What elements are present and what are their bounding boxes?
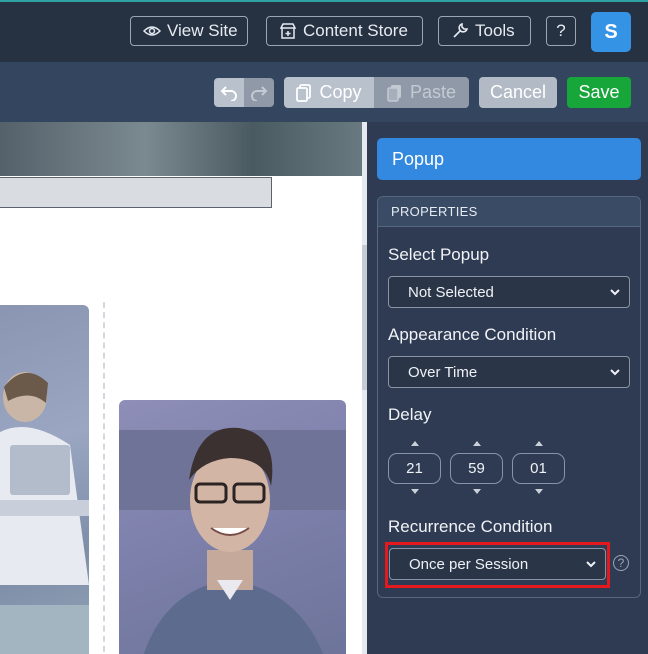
- hero-banner-image: [0, 122, 362, 176]
- properties-header: PROPERTIES: [378, 197, 640, 227]
- redo-icon: [251, 85, 268, 101]
- delay-label: Delay: [388, 405, 432, 424]
- seconds-decrement-arrow[interactable]: [535, 489, 543, 494]
- paste-label: Paste: [409, 82, 457, 102]
- delay-minutes-input[interactable]: 59: [450, 453, 503, 484]
- user-avatar[interactable]: S: [591, 12, 631, 52]
- wrench-icon: [453, 22, 469, 38]
- recurrence-condition-label: Recurrence Condition: [388, 517, 553, 536]
- column-divider: [103, 302, 105, 654]
- appearance-condition-label: Appearance Condition: [388, 325, 557, 344]
- popup-tab[interactable]: Popup: [377, 138, 641, 180]
- eye-icon: [143, 26, 161, 36]
- copy-paste-group: Copy Paste: [284, 77, 469, 108]
- select-popup-label: Select Popup: [388, 245, 490, 264]
- delay-seconds-input[interactable]: 01: [512, 453, 565, 484]
- chevron-down-icon: [610, 369, 620, 376]
- man-portrait-illustration: [119, 427, 346, 654]
- hours-decrement-arrow[interactable]: [411, 489, 419, 494]
- paste-button[interactable]: Paste: [374, 77, 469, 108]
- man-portrait-photo[interactable]: [119, 400, 346, 654]
- content-store-label: Content Store: [303, 21, 408, 40]
- copy-icon: [296, 83, 312, 102]
- undo-redo-group: [214, 78, 274, 107]
- cancel-button[interactable]: Cancel: [479, 77, 557, 108]
- chevron-down-icon: [610, 289, 620, 296]
- save-button[interactable]: Save: [567, 77, 631, 108]
- appearance-condition-dropdown[interactable]: Over Time: [388, 356, 630, 388]
- office-photo[interactable]: [0, 305, 89, 654]
- help-label: ?: [556, 21, 566, 40]
- content-store-button[interactable]: Content Store: [266, 16, 423, 46]
- help-button[interactable]: ?: [546, 16, 576, 46]
- seconds-increment-arrow[interactable]: [535, 441, 543, 446]
- page-canvas[interactable]: [0, 122, 362, 654]
- undo-icon: [220, 85, 237, 101]
- text-block-placeholder[interactable]: [0, 177, 272, 208]
- recurrence-help-icon[interactable]: ?: [613, 555, 629, 571]
- view-site-button[interactable]: View Site: [130, 16, 248, 46]
- copy-label: Copy: [319, 82, 362, 102]
- tools-button[interactable]: Tools: [438, 16, 531, 46]
- minutes-increment-arrow[interactable]: [473, 441, 481, 446]
- delay-hours-input[interactable]: 21: [388, 453, 441, 484]
- woman-laptop-illustration: [0, 372, 89, 654]
- select-popup-value: Not Selected: [408, 283, 494, 301]
- select-popup-dropdown[interactable]: Not Selected: [388, 276, 630, 308]
- undo-button[interactable]: [214, 78, 244, 107]
- store-icon: [279, 23, 297, 39]
- redo-button[interactable]: [244, 78, 274, 107]
- paste-icon: [387, 84, 401, 102]
- minutes-decrement-arrow[interactable]: [473, 489, 481, 494]
- hours-increment-arrow[interactable]: [411, 441, 419, 446]
- tools-label: Tools: [475, 21, 515, 40]
- copy-button[interactable]: Copy: [284, 77, 374, 108]
- recurrence-highlight-box: [385, 542, 610, 588]
- appearance-condition-value: Over Time: [408, 363, 478, 381]
- view-site-label: View Site: [167, 21, 238, 40]
